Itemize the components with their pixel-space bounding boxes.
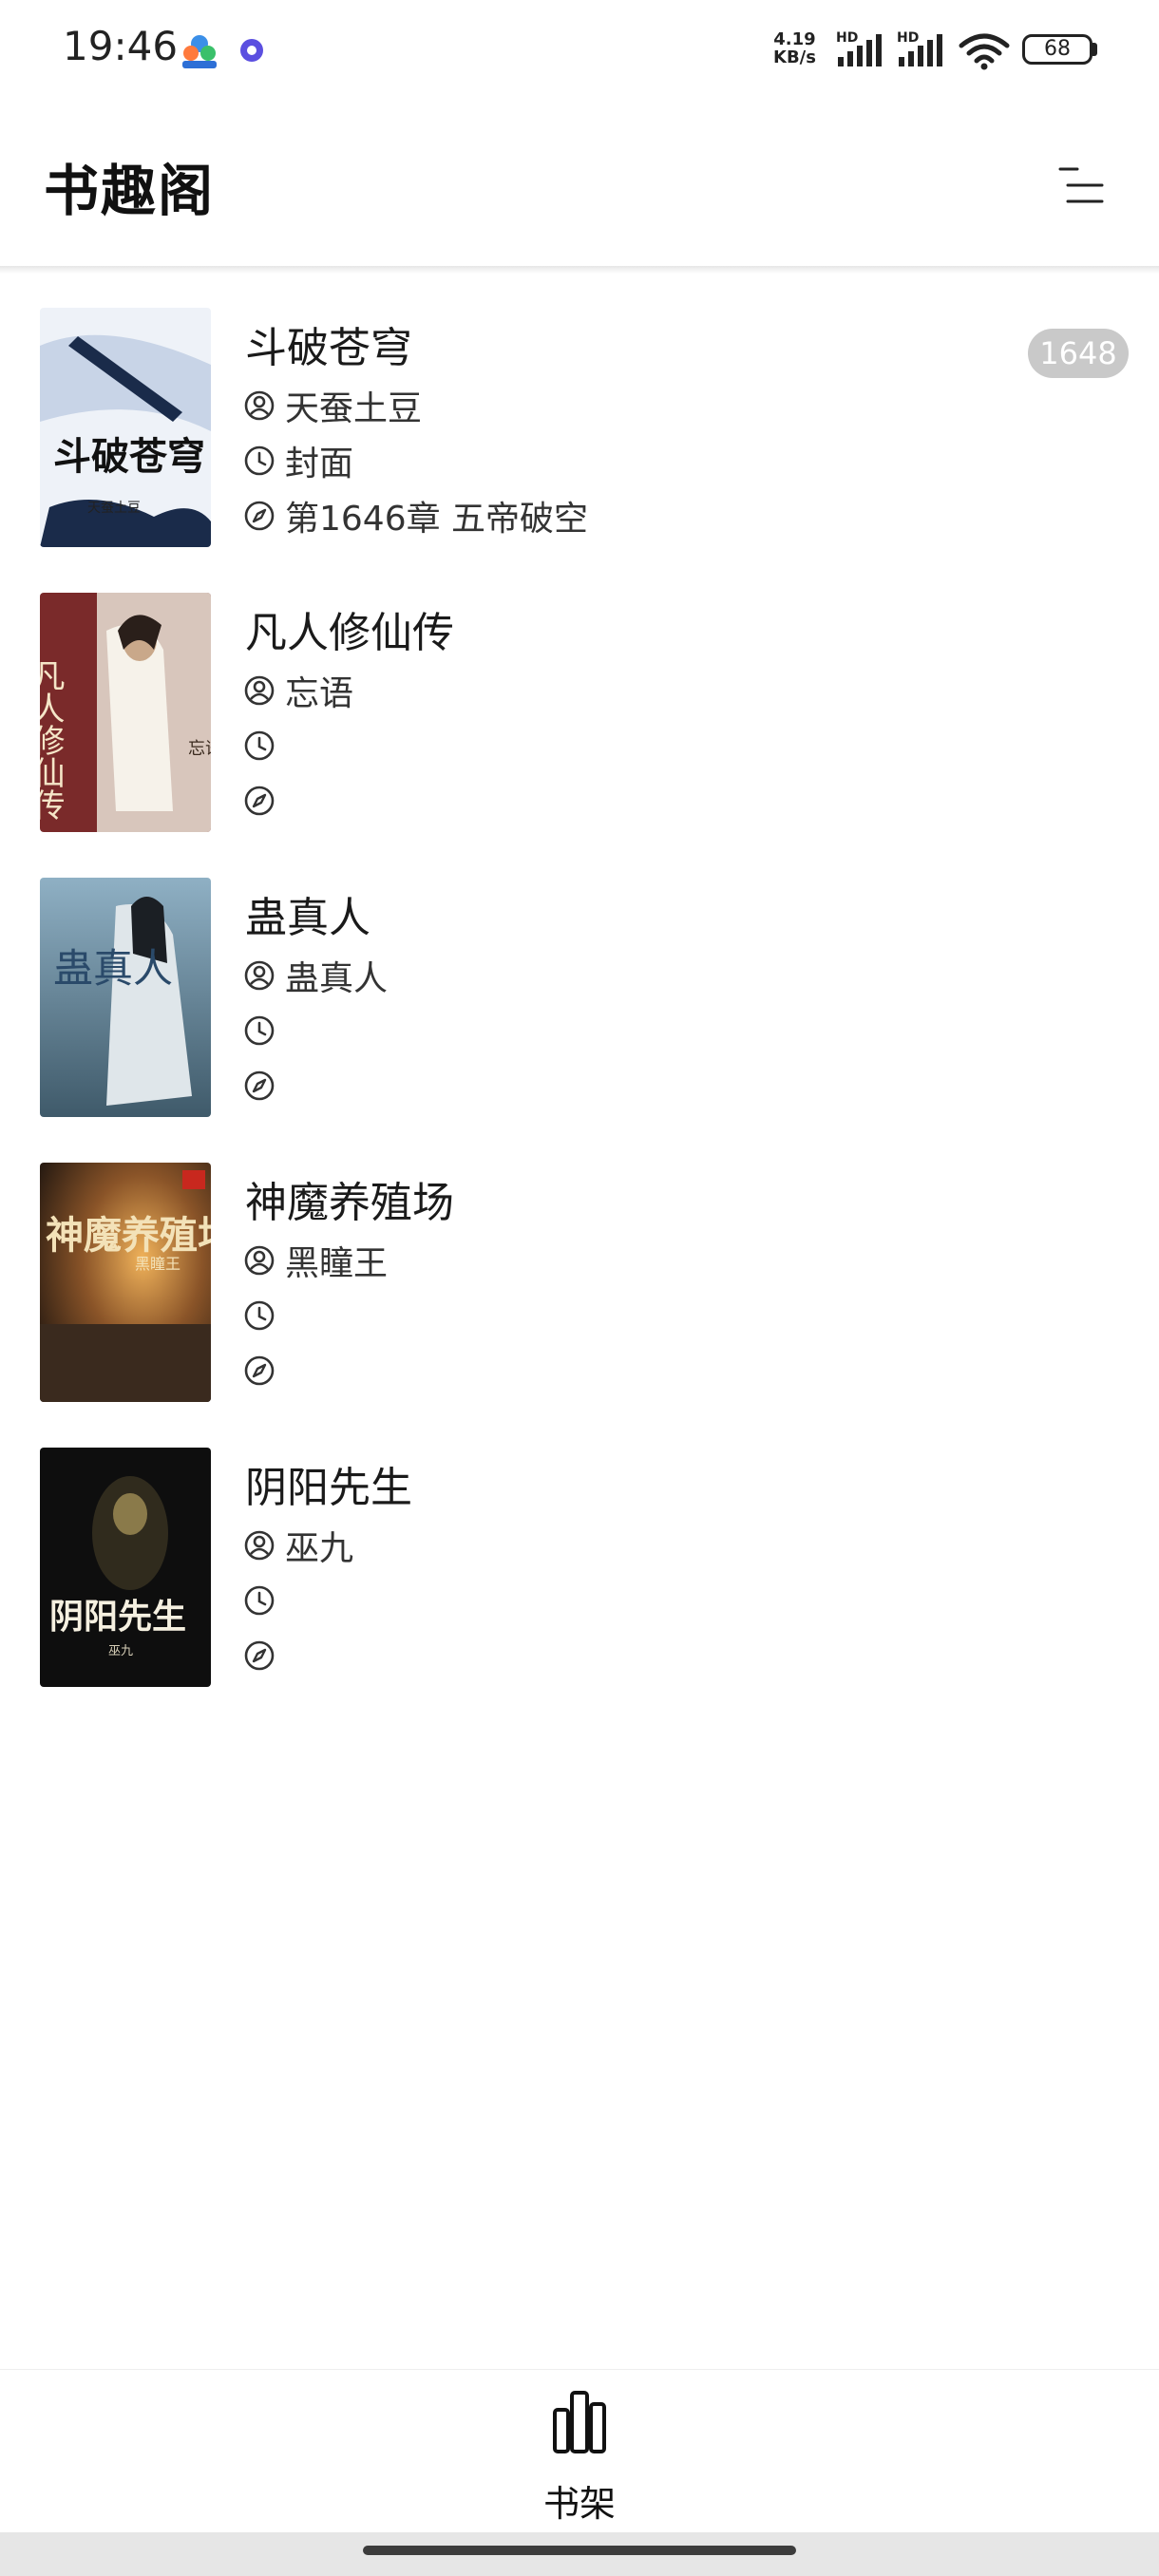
- battery-icon: 68: [1022, 34, 1092, 65]
- book-item[interactable]: 蛊真人 蛊真人 蛊真人: [0, 878, 1159, 1163]
- book-author: 忘语: [285, 674, 354, 713]
- bookshelf-icon: [553, 2391, 606, 2453]
- author-icon: [244, 1245, 275, 1276]
- author-icon: [244, 390, 275, 421]
- cover-author: 忘语: [188, 739, 211, 759]
- compass-icon: [244, 501, 275, 531]
- network-speed: 4.19 KB/s: [773, 29, 816, 67]
- clock-icon: [244, 1015, 275, 1046]
- nav-bookshelf-tab[interactable]: 书架: [494, 2389, 665, 2525]
- latest-row: [243, 1632, 285, 1679]
- compass-icon: [244, 786, 275, 816]
- clock-icon: [244, 730, 275, 761]
- bottom-nav: 书架: [0, 2369, 1159, 2533]
- author-row: 巫九: [243, 1522, 353, 1569]
- cover-title: 阴阳先生: [49, 1598, 186, 1637]
- book-cover[interactable]: 凡人修仙传 忘语: [40, 593, 211, 832]
- author-icon: [244, 675, 275, 706]
- author-icon: [244, 960, 275, 991]
- nav-bookshelf-label: 书架: [542, 2483, 616, 2525]
- update-row: [243, 1007, 285, 1054]
- app-bar: 书趣阁: [0, 103, 1159, 268]
- cover-title: 神魔养殖场: [46, 1213, 211, 1258]
- book-update: 封面: [285, 445, 354, 483]
- signal-hd-label: HD: [897, 30, 919, 46]
- book-title: 阴阳先生: [245, 1464, 412, 1512]
- author-row: 黑瞳王: [243, 1237, 388, 1284]
- cover-author: 黑瞳王: [135, 1255, 180, 1273]
- app-bar-shadow: [0, 266, 1159, 274]
- author-row: 天蚕土豆: [243, 382, 422, 429]
- cover-title: 斗破苍穹: [53, 434, 205, 479]
- cover-title: 蛊真人: [53, 945, 173, 992]
- author-row: 忘语: [243, 667, 353, 714]
- signal-hd-label: HD: [836, 30, 858, 46]
- signal-icon: HD: [836, 30, 882, 66]
- latest-row: 第1646章 五帝破空: [243, 492, 588, 540]
- latest-row: [243, 777, 285, 824]
- cover-author: 巫九: [108, 1644, 133, 1658]
- author-row: 蛊真人: [243, 952, 388, 999]
- book-title: 蛊真人: [245, 894, 370, 942]
- clock-icon: [244, 445, 275, 476]
- signal-icon: HD: [897, 30, 942, 66]
- compass-icon: [244, 1355, 275, 1386]
- sort-menu-icon[interactable]: [1054, 161, 1112, 209]
- cover-title: 凡人修仙传: [40, 659, 65, 821]
- app-notification-icon-2: [240, 39, 263, 62]
- book-title: 神魔养殖场: [245, 1179, 454, 1227]
- latest-row: [243, 1062, 285, 1109]
- book-item[interactable]: 阴阳先生 巫九 阴阳先生 巫九: [0, 1448, 1159, 1733]
- status-time: 19:46: [63, 23, 179, 69]
- cover-author: 天蚕土豆: [87, 501, 141, 516]
- book-cover[interactable]: 神魔养殖场 黑瞳王: [40, 1163, 211, 1402]
- book-item[interactable]: 斗破苍穹 天蚕土豆 斗破苍穹 1648 天蚕土豆 封面 第1646章 五帝破空: [0, 308, 1159, 593]
- home-indicator[interactable]: [363, 2546, 796, 2555]
- book-item[interactable]: 凡人修仙传 忘语 凡人修仙传 忘语: [0, 593, 1159, 878]
- book-cover[interactable]: 阴阳先生 巫九: [40, 1448, 211, 1687]
- update-row: 封面: [243, 437, 353, 484]
- update-row: [243, 722, 285, 769]
- author-icon: [244, 1530, 275, 1561]
- book-author: 巫九: [285, 1529, 354, 1568]
- clock-icon: [244, 1585, 275, 1616]
- clock-icon: [244, 1300, 275, 1331]
- battery-tip: [1092, 43, 1097, 56]
- book-title: 斗破苍穹: [245, 324, 412, 372]
- book-cover[interactable]: 蛊真人: [40, 878, 211, 1117]
- book-latest-chapter: 第1646章 五帝破空: [285, 500, 589, 539]
- book-title: 凡人修仙传: [245, 609, 454, 657]
- update-row: [243, 1577, 285, 1624]
- book-author: 黑瞳王: [285, 1244, 389, 1283]
- compass-icon: [244, 1640, 275, 1671]
- book-author: 天蚕土豆: [285, 389, 423, 428]
- app-notification-icon: [182, 35, 217, 68]
- update-row: [243, 1292, 285, 1339]
- latest-row: [243, 1347, 285, 1394]
- app-title: 书趣阁: [44, 159, 216, 223]
- book-cover[interactable]: 斗破苍穹 天蚕土豆: [40, 308, 211, 547]
- book-item[interactable]: 神魔养殖场 黑瞳王 神魔养殖场 黑瞳王: [0, 1163, 1159, 1448]
- compass-icon: [244, 1070, 275, 1101]
- wifi-icon: [959, 33, 1010, 70]
- gesture-bar: [0, 2532, 1159, 2576]
- status-bar: 19:46 4.19 KB/s HD HD 68: [0, 0, 1159, 103]
- book-author: 蛊真人: [285, 959, 389, 998]
- unread-badge: 1648: [1028, 329, 1129, 378]
